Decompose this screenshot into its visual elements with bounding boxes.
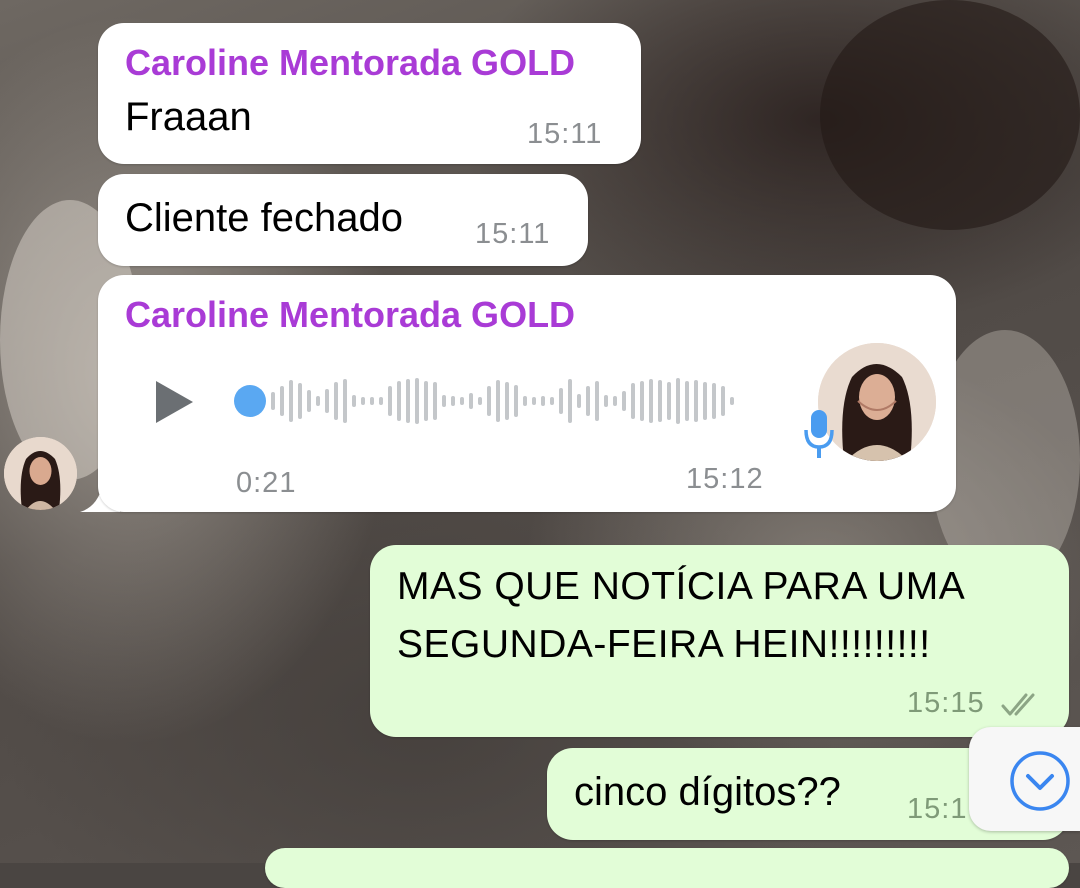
waveform-bar	[442, 395, 446, 407]
waveform-bar	[388, 386, 392, 416]
double-check-icon	[1001, 693, 1035, 716]
waveform-bar	[604, 395, 608, 407]
audio-waveform[interactable]	[233, 370, 773, 432]
waveform-bar	[595, 381, 599, 421]
waveform-bar	[694, 380, 698, 422]
waveform-bar	[568, 379, 572, 423]
waveform-bar	[424, 381, 428, 421]
message-bubble-outgoing[interactable]: MAS QUE NOTÍCIA PARA UMA SEGUNDA-FEIRA H…	[370, 545, 1069, 737]
message-text: cinco dígitos??	[574, 770, 841, 814]
sender-name[interactable]: Caroline Mentorada GOLD	[125, 294, 575, 336]
playhead-dot[interactable]	[234, 385, 266, 417]
waveform-bar	[397, 381, 401, 421]
chevron-down-icon[interactable]	[1009, 750, 1071, 812]
waveform-bar	[676, 378, 680, 424]
sender-avatar[interactable]	[4, 437, 77, 510]
waveform-bar	[325, 389, 329, 413]
message-text-line: SEGUNDA-FEIRA HEIN!!!!!!!!!	[397, 623, 931, 666]
waveform-bar	[343, 379, 347, 423]
message-time: 15:12	[686, 463, 764, 495]
waveform-bar	[685, 381, 689, 421]
message-time: 15:11	[527, 118, 603, 150]
message-time: 15:11	[475, 218, 551, 250]
waveform-bar	[478, 397, 482, 405]
waveform-bar	[730, 397, 734, 405]
waveform-bar	[271, 392, 275, 410]
waveform-bar	[613, 396, 617, 406]
waveform-bar	[577, 394, 581, 408]
waveform-bar	[541, 396, 545, 406]
background-shape	[820, 0, 1080, 230]
waveform-bar	[505, 382, 509, 420]
waveform-bar	[370, 397, 374, 405]
waveform-bar	[352, 395, 356, 407]
waveform-bar	[361, 397, 365, 405]
waveform-bar	[406, 379, 410, 423]
waveform-bar	[622, 391, 626, 411]
message-bubble-incoming[interactable]: Caroline Mentorada GOLD Fraaan 15:11	[98, 23, 641, 164]
message-bubble-outgoing[interactable]	[265, 848, 1069, 888]
waveform-bar	[280, 386, 284, 416]
waveform-bar	[559, 388, 563, 414]
waveform-bar	[631, 383, 635, 419]
waveform-bar	[721, 386, 725, 416]
waveform-bar	[649, 379, 653, 423]
waveform-bar	[550, 397, 554, 405]
waveform-bar	[298, 383, 302, 419]
waveform-bar	[640, 381, 644, 421]
message-text-line: MAS QUE NOTÍCIA PARA UMA	[397, 565, 966, 608]
voice-duration: 0:21	[236, 467, 297, 499]
scroll-to-bottom-button[interactable]	[969, 727, 1080, 831]
waveform-bar	[496, 380, 500, 422]
play-icon[interactable]	[153, 378, 197, 426]
waveform-bar	[658, 380, 662, 422]
message-text: Fraaan	[125, 95, 252, 139]
message-bubble-incoming[interactable]: Cliente fechado 15:11	[98, 174, 588, 266]
message-time: 15:1	[907, 793, 968, 825]
waveform-bar	[523, 396, 527, 406]
avatar-image	[818, 343, 936, 461]
waveform-bar	[586, 386, 590, 416]
waveform-bar	[712, 383, 716, 419]
voice-sender-avatar	[818, 343, 936, 461]
waveform-bar	[703, 382, 707, 420]
waveform-bar	[532, 397, 536, 405]
waveform-bar	[316, 396, 320, 406]
message-text: Cliente fechado	[125, 196, 403, 240]
waveform-bar	[451, 396, 455, 406]
waveform-bar	[460, 397, 464, 405]
waveform-bar	[307, 390, 311, 412]
waveform-bar	[487, 386, 491, 416]
message-time: 15:15	[907, 687, 985, 719]
waveform-bar	[667, 382, 671, 420]
microphone-icon	[804, 410, 834, 458]
waveform-bar	[415, 378, 419, 424]
waveform-bar	[379, 397, 383, 405]
waveform-bar	[334, 382, 338, 420]
sender-name[interactable]: Caroline Mentorada GOLD	[125, 42, 575, 84]
waveform-bar	[469, 393, 473, 409]
waveform-bar	[514, 385, 518, 417]
voice-message-bubble[interactable]: Caroline Mentorada GOLD 0:21 15:12	[98, 275, 956, 512]
waveform-bar	[433, 382, 437, 420]
avatar-image	[4, 437, 77, 510]
waveform-bar	[289, 380, 293, 422]
